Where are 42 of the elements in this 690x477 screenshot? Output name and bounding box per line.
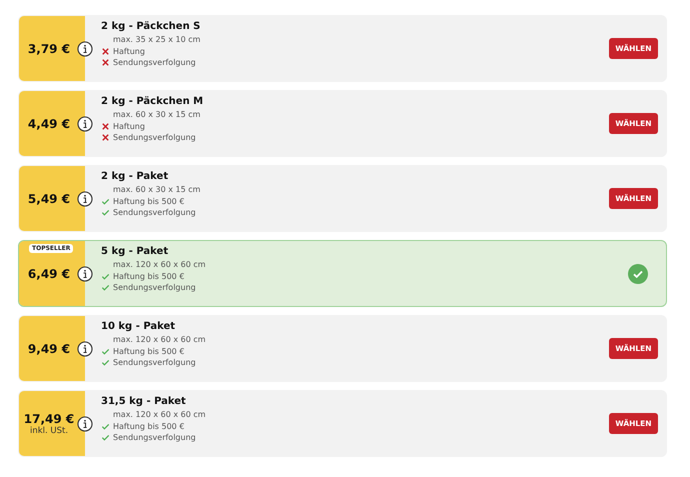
info-icon[interactable] bbox=[77, 40, 93, 56]
feature-label: Haftung bis 500 € bbox=[113, 346, 184, 357]
feature-label: Haftung bis 500 € bbox=[113, 196, 184, 207]
cross-icon bbox=[101, 133, 110, 142]
info-icon[interactable] bbox=[77, 190, 93, 206]
feature-label: Haftung bis 500 € bbox=[113, 270, 184, 282]
feature-label: Haftung bbox=[113, 120, 145, 132]
feature-label: Haftung bbox=[113, 46, 145, 57]
size-limit: max. 120 x 60 x 60 cm bbox=[113, 334, 207, 346]
price: 17,49 € bbox=[24, 412, 74, 426]
size-limit: max. 60 x 30 x 15 cm bbox=[113, 109, 202, 120]
feature-label: Sendungsverfolgung bbox=[113, 357, 196, 368]
cross-icon bbox=[101, 46, 110, 56]
feature-label: Sendungsverfolgung bbox=[113, 132, 196, 144]
info-icon[interactable] bbox=[77, 266, 93, 282]
feature-label: Sendungsverfolgung bbox=[113, 207, 196, 218]
option-title: 2 kg - Paket bbox=[101, 171, 170, 182]
size-limit: max. 60 x 30 x 15 cm bbox=[113, 184, 202, 196]
info-icon[interactable] bbox=[77, 416, 93, 432]
info-icon[interactable] bbox=[77, 116, 93, 132]
size-limit: max. 35 x 25 x 10 cm bbox=[113, 34, 202, 46]
size-limit: max. 120 x 60 x 60 cm bbox=[113, 259, 207, 270]
info-icon[interactable] bbox=[77, 340, 93, 356]
option-title: 2 kg - Päckchen M bbox=[101, 96, 204, 107]
price: 3,79 € bbox=[28, 42, 70, 56]
price-note: inkl. USt. bbox=[30, 426, 68, 436]
feature-label: Sendungsverfolgung bbox=[113, 57, 196, 68]
price: 9,49 € bbox=[28, 342, 70, 356]
feature-label: Haftung bis 500 € bbox=[113, 420, 184, 432]
price: 6,49 € bbox=[28, 266, 70, 280]
feature-label: Sendungsverfolgung bbox=[113, 432, 196, 444]
option-title: 31,5 kg - Paket bbox=[101, 396, 187, 407]
cross-icon bbox=[101, 58, 110, 68]
option-title: 10 kg - Paket bbox=[101, 321, 176, 332]
feature-label: Sendungsverfolgung bbox=[113, 282, 196, 294]
option-title: 5 kg - Paket bbox=[101, 246, 170, 257]
option-title: 2 kg - Päckchen S bbox=[101, 21, 202, 32]
size-limit: max. 120 x 60 x 60 cm bbox=[113, 409, 207, 420]
price: 5,49 € bbox=[28, 192, 70, 206]
selected-check-icon bbox=[628, 264, 648, 284]
price: 4,49 € bbox=[28, 116, 70, 130]
cross-icon bbox=[101, 122, 110, 131]
